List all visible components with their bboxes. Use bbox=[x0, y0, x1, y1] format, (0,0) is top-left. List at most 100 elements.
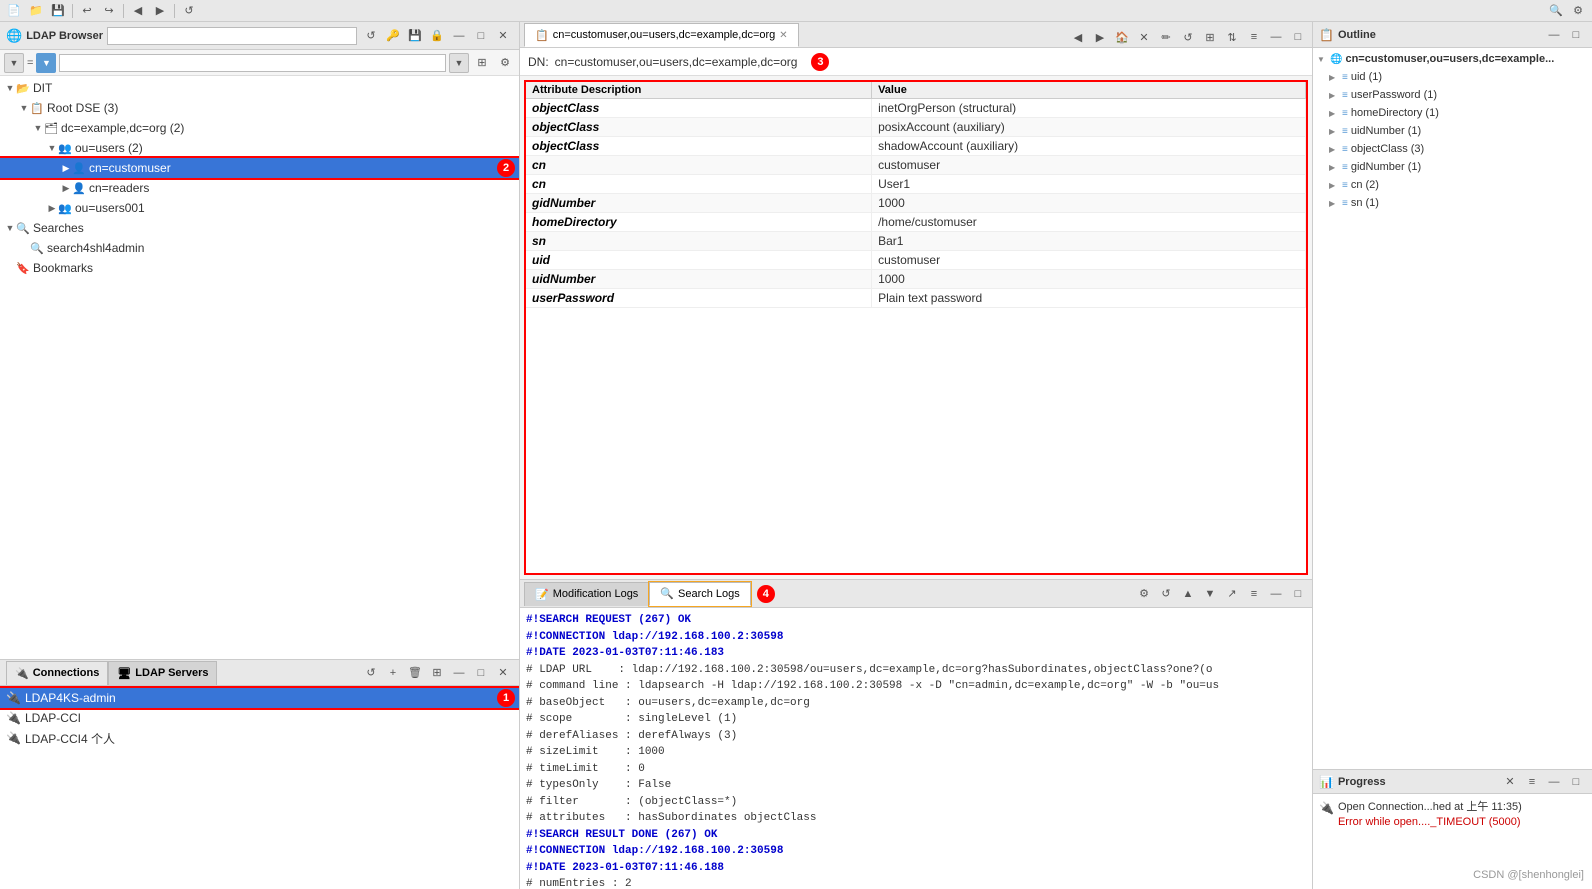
outline-minimize-btn[interactable]: — bbox=[1544, 25, 1564, 45]
ct-home-btn[interactable]: 🏠 bbox=[1112, 27, 1132, 47]
new-button[interactable]: 📄 bbox=[4, 1, 24, 21]
conn-expand-btn[interactable]: ⊞ bbox=[427, 663, 447, 683]
progress-clear-btn[interactable]: ✕ bbox=[1500, 772, 1520, 792]
log-minimize-btn[interactable]: — bbox=[1266, 584, 1286, 604]
ldap-servers-tab[interactable]: 🖥 LDAP Servers bbox=[108, 661, 217, 685]
conn-refresh-btn[interactable]: ↺ bbox=[361, 663, 381, 683]
outline-item-homedirectory[interactable]: ▶ ≡ homeDirectory (1) bbox=[1313, 104, 1592, 122]
ct-back-btn[interactable]: ◀ bbox=[1068, 27, 1088, 47]
attr-table-row[interactable]: userPasswordPlain text password bbox=[526, 289, 1306, 308]
ct-delete-btn[interactable]: ✕ bbox=[1134, 27, 1154, 47]
outline-item-cn[interactable]: ▶ ≡ cn (2) bbox=[1313, 176, 1592, 194]
outline-box-btn[interactable]: □ bbox=[1566, 25, 1586, 45]
tree-item-bookmarks[interactable]: ▶ 🔖 Bookmarks bbox=[0, 258, 519, 278]
left-panel: 🌐 LDAP Browser ↺ 🔑 💾 🔒 — □ ✕ ▼ = ▼ ▼ ⊞ ⚙ bbox=[0, 22, 520, 889]
redo-button[interactable]: ↪ bbox=[99, 1, 119, 21]
save-button[interactable]: 💾 bbox=[48, 1, 68, 21]
ct-sort-btn[interactable]: ⇅ bbox=[1222, 27, 1242, 47]
log-down-btn[interactable]: ▼ bbox=[1200, 584, 1220, 604]
ldap-key-button[interactable]: 🔑 bbox=[383, 26, 403, 46]
ct-forward-btn[interactable]: ▶ bbox=[1090, 27, 1110, 47]
connections-tab[interactable]: 🔌 Connections bbox=[6, 661, 108, 685]
log-export-btn[interactable]: ↗ bbox=[1222, 584, 1242, 604]
refresh-button[interactable]: ↺ bbox=[179, 1, 199, 21]
outline-item-sn[interactable]: ▶ ≡ sn (1) bbox=[1313, 194, 1592, 212]
attr-table-row[interactable]: uidcustomuser bbox=[526, 251, 1306, 270]
ldap-minus-button[interactable]: — bbox=[449, 26, 469, 46]
tree-item-cn-customuser[interactable]: ▶ 👤 cn=customuser 2 bbox=[0, 158, 519, 178]
cn-customuser-arrow: ▶ bbox=[60, 162, 72, 174]
ct-minimize-btn[interactable]: — bbox=[1266, 27, 1286, 47]
connections-header: 🔌 Connections 🖥 LDAP Servers ↺ + 🗑 ⊞ — □ bbox=[0, 660, 519, 686]
outline-item-userpassword[interactable]: ▶ ≡ userPassword (1) bbox=[1313, 86, 1592, 104]
back-button[interactable]: ◀ bbox=[128, 1, 148, 21]
tree-item-dit[interactable]: ▼ 📂 DIT bbox=[0, 78, 519, 98]
forward-button[interactable]: ▶ bbox=[150, 1, 170, 21]
open-button[interactable]: 📁 bbox=[26, 1, 46, 21]
tree-item-searches[interactable]: ▼ 🔍 Searches bbox=[0, 218, 519, 238]
conn-close-btn[interactable]: ✕ bbox=[493, 663, 513, 683]
tree-search-input[interactable] bbox=[59, 54, 446, 72]
undo-button[interactable]: ↩ bbox=[77, 1, 97, 21]
progress-minimize-btn[interactable]: — bbox=[1544, 772, 1564, 792]
ldap-box-button[interactable]: □ bbox=[471, 26, 491, 46]
outline-item-root[interactable]: ▼ 🌐 cn=customuser,ou=users,dc=example... bbox=[1313, 50, 1592, 68]
settings-button[interactable]: ⚙ bbox=[1568, 1, 1588, 21]
tree-expand-btn[interactable]: ⊞ bbox=[472, 53, 492, 73]
log-refresh-btn[interactable]: ↺ bbox=[1156, 584, 1176, 604]
conn-item-ldap4ks-admin[interactable]: 🔌 LDAP4KS-admin 1 bbox=[0, 688, 519, 708]
outline-item-gidnumber[interactable]: ▶ ≡ gidNumber (1) bbox=[1313, 158, 1592, 176]
conn-item-ldap-cci4[interactable]: 🔌 LDAP-CCI4 个人 bbox=[0, 728, 519, 748]
tree-item-ou-users[interactable]: ▼ 👥 ou=users (2) bbox=[0, 138, 519, 158]
log-settings-btn[interactable]: ⚙ bbox=[1134, 584, 1154, 604]
ldap-reload-button[interactable]: ↺ bbox=[361, 26, 381, 46]
center-main-tab[interactable]: 📋 cn=customuser,ou=users,dc=example,dc=o… bbox=[524, 23, 799, 47]
attr-table-row[interactable]: homeDirectory/home/customuser bbox=[526, 213, 1306, 232]
ldap-close-button[interactable]: ✕ bbox=[493, 26, 513, 46]
tree-settings-btn[interactable]: ⚙ bbox=[495, 53, 515, 73]
ct-menu-btn[interactable]: ≡ bbox=[1244, 27, 1264, 47]
conn-minimize-btn[interactable]: — bbox=[449, 663, 469, 683]
tree-blue-btn[interactable]: ▼ bbox=[36, 53, 56, 73]
conn-box-btn[interactable]: □ bbox=[471, 663, 491, 683]
conn-delete-btn[interactable]: 🗑 bbox=[405, 663, 425, 683]
conn-add-btn[interactable]: + bbox=[383, 663, 403, 683]
outline-item-objectclass[interactable]: ▶ ≡ objectClass (3) bbox=[1313, 140, 1592, 158]
tree-item-dc-example[interactable]: ▼ 🗂 dc=example,dc=org (2) bbox=[0, 118, 519, 138]
tree-item-ou-users001[interactable]: ▶ 👥 ou=users001 bbox=[0, 198, 519, 218]
attr-table-row[interactable]: objectClassinetOrgPerson (structural) bbox=[526, 99, 1306, 118]
ct-edit-btn[interactable]: ✏ bbox=[1156, 27, 1176, 47]
log-up-btn[interactable]: ▲ bbox=[1178, 584, 1198, 604]
search-logs-tab[interactable]: 🔍 Search Logs bbox=[649, 582, 750, 606]
tree-item-cn-readers[interactable]: ▶ 👤 cn=readers bbox=[0, 178, 519, 198]
search-top-button[interactable]: 🔍 bbox=[1546, 1, 1566, 21]
log-menu-btn[interactable]: ≡ bbox=[1244, 584, 1264, 604]
tree-item-root-dse[interactable]: ▼ 📋 Root DSE (3) bbox=[0, 98, 519, 118]
modification-logs-tab[interactable]: 📝 Modification Logs bbox=[524, 582, 649, 606]
attr-table-row[interactable]: objectClassshadowAccount (auxiliary) bbox=[526, 137, 1306, 156]
outline-item-uid[interactable]: ▶ ≡ uid (1) bbox=[1313, 68, 1592, 86]
log-box-btn[interactable]: □ bbox=[1288, 584, 1308, 604]
ldap-lock-button[interactable]: 🔒 bbox=[427, 26, 447, 46]
ct-refresh-btn[interactable]: ↺ bbox=[1178, 27, 1198, 47]
attr-table-row[interactable]: snBar1 bbox=[526, 232, 1306, 251]
progress-line1: Open Connection...hed at 上午 11:35) bbox=[1338, 800, 1522, 815]
attr-table-row[interactable]: gidNumber1000 bbox=[526, 194, 1306, 213]
attr-table-row[interactable]: cnUser1 bbox=[526, 175, 1306, 194]
ct-tree-add-btn[interactable]: ⊞ bbox=[1200, 27, 1220, 47]
ct-box-btn[interactable]: □ bbox=[1288, 27, 1308, 47]
ldap-browser-search-input[interactable] bbox=[107, 27, 357, 45]
attr-table-row[interactable]: uidNumber1000 bbox=[526, 270, 1306, 289]
tree-dropdown-btn[interactable]: ▼ bbox=[4, 53, 24, 73]
progress-menu-btn[interactable]: ≡ bbox=[1522, 772, 1542, 792]
ldap-save-button[interactable]: 💾 bbox=[405, 26, 425, 46]
attr-table-row[interactable]: objectClassposixAccount (auxiliary) bbox=[526, 118, 1306, 137]
tree-filter-dropdown[interactable]: ▼ bbox=[449, 53, 469, 73]
log-line: # typesOnly : False bbox=[526, 777, 1306, 794]
conn-item-ldap-cci[interactable]: 🔌 LDAP-CCI bbox=[0, 708, 519, 728]
progress-box-btn[interactable]: □ bbox=[1566, 772, 1586, 792]
center-tab-close[interactable]: ✕ bbox=[779, 30, 787, 41]
attr-table-row[interactable]: cncustomuser bbox=[526, 156, 1306, 175]
outline-item-uidnumber[interactable]: ▶ ≡ uidNumber (1) bbox=[1313, 122, 1592, 140]
tree-item-search4shl4admin[interactable]: ▶ 🔍 search4shl4admin bbox=[0, 238, 519, 258]
